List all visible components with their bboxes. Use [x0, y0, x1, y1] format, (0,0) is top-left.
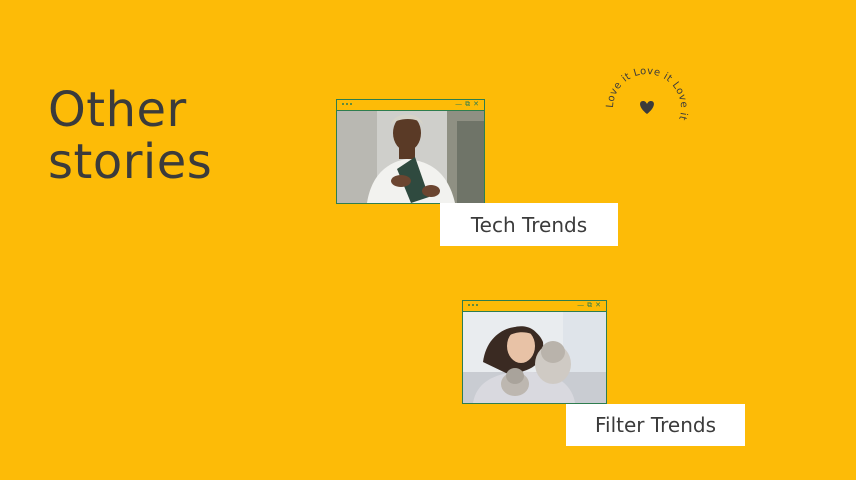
story-label-tech[interactable]: Tech Trends: [440, 203, 618, 246]
woman-with-cats-photo: [463, 312, 606, 403]
minimize-icon[interactable]: —: [577, 300, 584, 311]
story-window-tech[interactable]: — ⧉ ✕: [336, 99, 485, 204]
restore-icon[interactable]: ⧉: [465, 99, 470, 110]
woman-with-smartphone-photo: [337, 111, 484, 203]
love-it-badge: Love it Love it Love it: [603, 64, 691, 152]
story-label-text: Tech Trends: [470, 212, 588, 237]
restore-icon[interactable]: ⧉: [587, 300, 592, 311]
close-icon[interactable]: ✕: [473, 99, 479, 110]
heart-icon: [640, 101, 654, 114]
story-window-filter[interactable]: — ⧉ ✕: [462, 300, 607, 404]
window-title-bar: — ⧉ ✕: [463, 301, 606, 312]
window-dots-icon: [342, 103, 352, 105]
window-dots-icon: [468, 304, 478, 306]
window-title-bar: — ⧉ ✕: [337, 100, 484, 111]
minimize-icon[interactable]: —: [455, 99, 462, 110]
page-title-line-2: stories: [48, 134, 213, 190]
story-label-filter[interactable]: Filter Trends: [566, 404, 745, 446]
close-icon[interactable]: ✕: [595, 300, 601, 311]
page-title: Other stories: [48, 84, 212, 188]
page-title-line-1: Other: [48, 82, 187, 138]
story-label-text: Filter Trends: [594, 413, 717, 437]
